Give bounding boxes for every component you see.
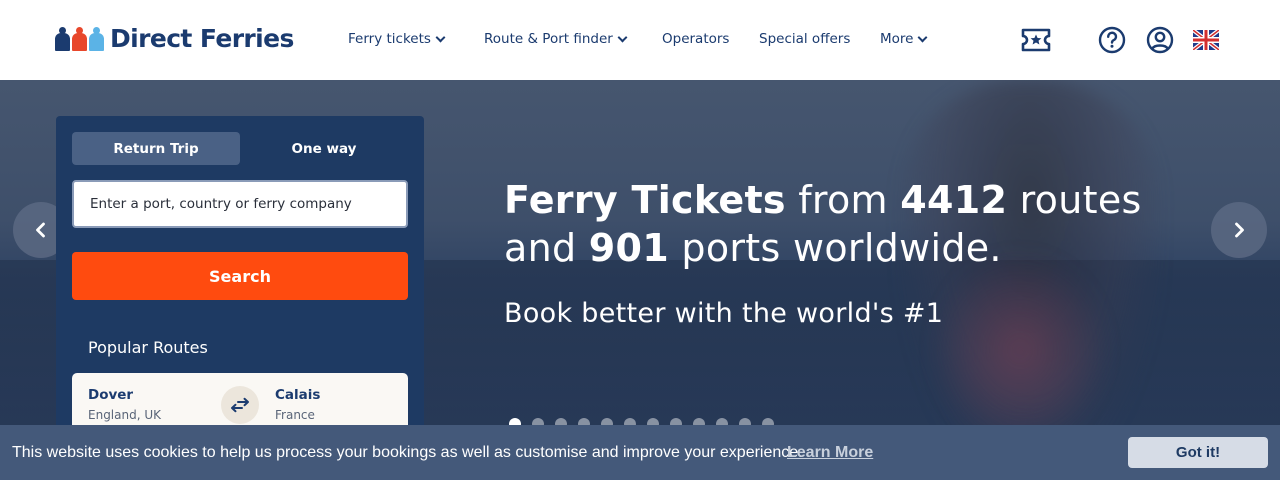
- search-button[interactable]: Search: [72, 252, 408, 300]
- nav-label: Route & Port finder: [484, 31, 613, 47]
- route-to-country: France: [275, 408, 315, 422]
- routes-count: 4412: [900, 178, 1008, 222]
- logo[interactable]: Direct Ferries: [55, 24, 294, 53]
- logo-figure-blue: [89, 26, 104, 51]
- hero-background-scarf: [930, 250, 1110, 450]
- nav-label: More: [880, 31, 914, 47]
- swap-route-button[interactable]: [221, 386, 259, 424]
- search-input[interactable]: [72, 180, 408, 228]
- headline-text: ports worldwide.: [669, 226, 1002, 270]
- cookie-banner: This website uses cookies to help us pro…: [0, 425, 1280, 480]
- help-icon[interactable]: [1098, 26, 1126, 54]
- chevron-down-icon: [435, 32, 446, 42]
- uk-flag-icon[interactable]: [1193, 30, 1219, 50]
- route-to-port: Calais: [275, 387, 321, 403]
- swap-arrows-icon: [231, 397, 249, 413]
- cookie-message: This website uses cookies to help us pro…: [12, 444, 803, 461]
- nav-label: Ferry tickets: [348, 31, 431, 47]
- one-way-tab[interactable]: One way: [240, 132, 408, 165]
- ticket-icon[interactable]: [1021, 27, 1051, 53]
- headline-bold: Ferry Tickets: [504, 178, 786, 222]
- nav-operators[interactable]: Operators: [662, 31, 729, 47]
- cookie-learn-more-link[interactable]: Learn More: [787, 444, 873, 462]
- nav-more[interactable]: More: [880, 31, 928, 47]
- chevron-left-icon: [36, 222, 45, 238]
- nav-ferry-tickets[interactable]: Ferry tickets: [348, 31, 446, 47]
- logo-figure-red: [72, 26, 87, 51]
- cookie-accept-button[interactable]: Got it!: [1128, 437, 1268, 468]
- chevron-down-icon: [617, 32, 628, 42]
- chevron-right-icon: [1235, 222, 1244, 238]
- headline-text: from: [785, 178, 901, 222]
- nav-special-offers[interactable]: Special offers: [759, 31, 850, 47]
- popular-routes-title: Popular Routes: [88, 338, 208, 357]
- nav-label: Special offers: [759, 31, 851, 47]
- logo-figure-navy: [55, 26, 70, 51]
- chevron-down-icon: [918, 32, 928, 42]
- nav-label: Operators: [662, 31, 730, 47]
- ports-count: 901: [588, 226, 670, 270]
- carousel-next-button[interactable]: [1211, 202, 1267, 258]
- nav-route-port-finder[interactable]: Route & Port finder: [484, 31, 628, 47]
- search-panel: Return Trip One way Search Popular Route…: [56, 116, 424, 456]
- logo-text: Direct Ferries: [110, 24, 294, 53]
- hero-headline: Ferry Tickets from 4412 routes and 901 p…: [504, 176, 1144, 272]
- account-icon[interactable]: [1146, 26, 1174, 54]
- logo-figures: [55, 26, 104, 51]
- site-header: Direct Ferries Ferry tickets Route & Por…: [0, 0, 1280, 80]
- return-trip-tab[interactable]: Return Trip: [72, 132, 240, 165]
- hero-subline: Book better with the world's #1: [504, 298, 944, 329]
- route-from-port: Dover: [88, 387, 134, 403]
- route-from-country: England, UK: [88, 408, 161, 422]
- trip-type-toggle: Return Trip One way: [72, 132, 408, 165]
